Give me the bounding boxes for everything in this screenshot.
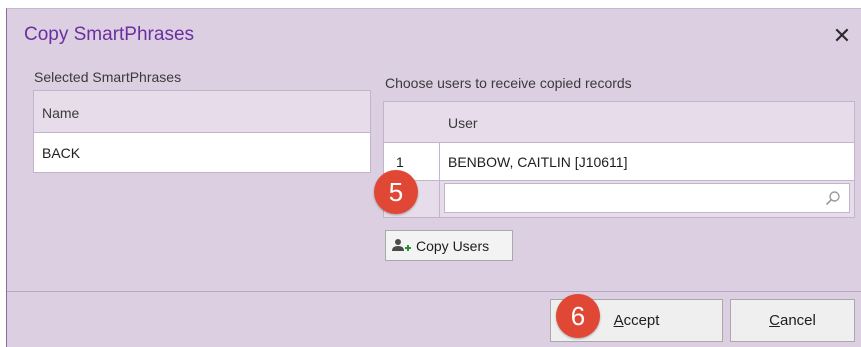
dialog-title: Copy SmartPhrases bbox=[24, 24, 195, 45]
copy-smartphrases-dialog: Copy SmartPhrases ✕ Selected SmartPhrase… bbox=[6, 8, 861, 347]
accept-label: Accept bbox=[613, 312, 660, 329]
user-column-header: User bbox=[448, 115, 478, 131]
name-column-header: Name bbox=[34, 91, 370, 133]
add-user-icon bbox=[392, 238, 411, 251]
magnifier-icon[interactable] bbox=[825, 190, 841, 206]
close-icon[interactable]: ✕ bbox=[831, 25, 853, 47]
user-cell[interactable]: BENBOW, CAITLIN [J10611] bbox=[440, 143, 627, 180]
copy-users-button[interactable]: Copy Users bbox=[385, 230, 513, 261]
users-grid: User 1 BENBOW, CAITLIN [J10611] bbox=[383, 101, 855, 218]
table-row[interactable]: BACK bbox=[34, 133, 370, 173]
user-search-field[interactable] bbox=[444, 183, 850, 213]
selected-smartphrases-label: Selected SmartPhrases bbox=[34, 69, 182, 85]
smartphrases-grid: Name BACK bbox=[33, 90, 371, 173]
step-5-callout: 5 bbox=[374, 170, 418, 214]
table-row[interactable]: 1 BENBOW, CAITLIN [J10611] bbox=[384, 143, 854, 181]
cancel-button[interactable]: Cancel bbox=[730, 299, 855, 342]
users-grid-header: User bbox=[384, 102, 854, 143]
new-user-row bbox=[384, 181, 854, 217]
cancel-label: Cancel bbox=[769, 312, 816, 329]
step-6-callout: 6 bbox=[556, 294, 600, 338]
copy-users-label: Copy Users bbox=[416, 237, 490, 254]
choose-users-label: Choose users to receive copied records bbox=[385, 75, 632, 91]
footer-divider bbox=[7, 291, 861, 292]
user-search-input[interactable] bbox=[445, 184, 849, 212]
row-number-header bbox=[384, 102, 440, 142]
